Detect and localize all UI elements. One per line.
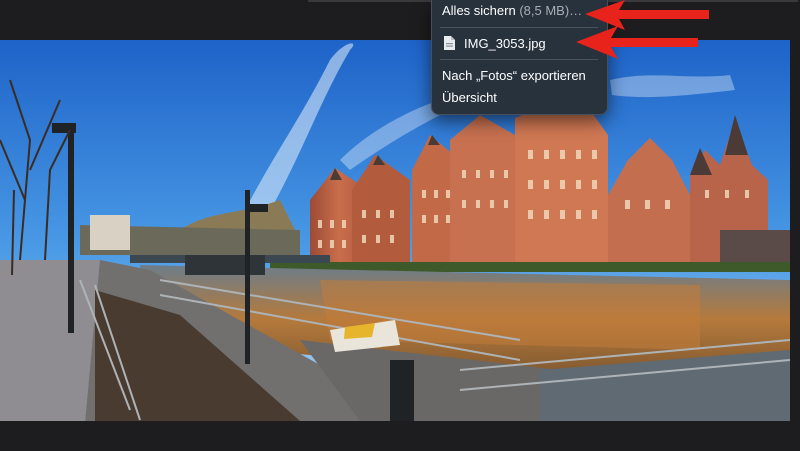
file-name: IMG_3053.jpg xyxy=(464,36,546,51)
menu-separator xyxy=(440,27,598,28)
overview-menu-item[interactable]: Übersicht xyxy=(442,89,497,107)
window-edge xyxy=(790,40,800,421)
export-label: Nach „Fotos“ exportieren xyxy=(442,68,586,83)
save-all-size: (8,5 MB)… xyxy=(519,3,583,18)
save-all-label: Alles sichern xyxy=(442,3,516,18)
overview-label: Übersicht xyxy=(442,90,497,105)
document-icon xyxy=(444,36,455,50)
photo-image xyxy=(0,40,790,421)
export-to-photos-menu-item[interactable]: Nach „Fotos“ exportieren xyxy=(442,67,586,85)
bottom-bar xyxy=(0,421,800,451)
file-menu-item[interactable]: IMG_3053.jpg xyxy=(464,35,546,53)
red-arrow-icon xyxy=(576,26,698,59)
save-all-menu-item[interactable]: Alles sichern (8,5 MB)… xyxy=(442,2,582,20)
photo-preview[interactable] xyxy=(0,40,790,421)
menu-separator xyxy=(440,59,598,60)
